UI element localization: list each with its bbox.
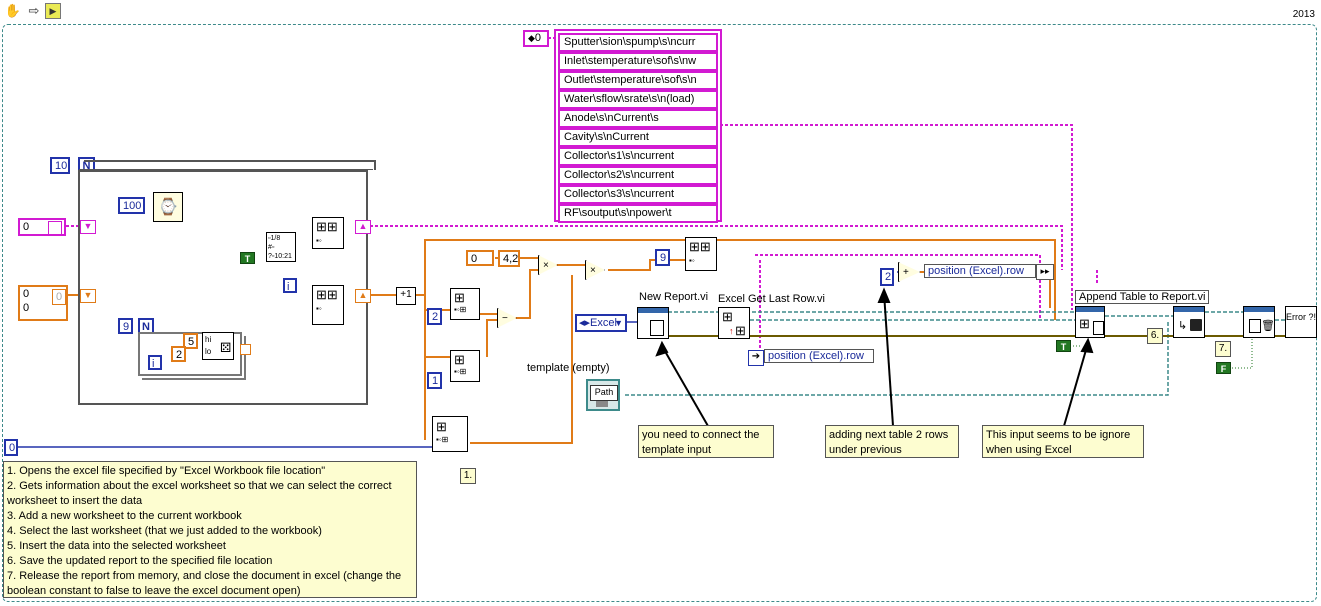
build-array-2-icon[interactable]: ⊞⊞ ▪◦: [312, 285, 344, 325]
orange-const-a[interactable]: 0: [466, 250, 494, 266]
blue-const-9[interactable]: 9: [655, 249, 670, 266]
bundle-icon: ▸▸: [1036, 264, 1054, 280]
format-timestamp-icon[interactable]: ▫1/8 #▫ ?▫10:21: [266, 232, 296, 262]
document-icon: [1093, 321, 1104, 335]
instruction-line: 3. Add a new worksheet to the current wo…: [7, 510, 242, 522]
random-lo-constant[interactable]: 2: [171, 346, 186, 362]
header-array-constant: Sputter\sion\spump\s\ncurr Inlet\stemper…: [554, 29, 722, 223]
header-label-item[interactable]: Inlet\stemperature\sof\s\nw: [558, 52, 718, 71]
orange-array-constant[interactable]: 0 0 0: [18, 285, 68, 321]
instruction-line: 2. Gets information about the excel work…: [7, 480, 392, 507]
note-input-ignored: This input seems to be ignore when using…: [982, 425, 1144, 458]
blue-const-2[interactable]: 2: [427, 308, 442, 325]
document-icon: [650, 320, 664, 336]
array-size-icon-2[interactable]: ⊞ ▪◦⊞: [450, 350, 480, 382]
increment-icon[interactable]: +1: [396, 287, 416, 305]
save-report-vi[interactable]: ↳: [1173, 306, 1205, 338]
append-table-label: Append Table to Report.vi: [1075, 290, 1210, 304]
shift-register-left-orange: ▼: [80, 289, 96, 303]
instruction-line: 7. Release the report from memory, and c…: [7, 570, 402, 597]
instruction-line: 4. Select the last worksheet (that we ju…: [7, 525, 322, 537]
template-path-constant[interactable]: Path: [586, 379, 620, 411]
bool-false-constant[interactable]: F: [1216, 362, 1231, 374]
array-size-icon-1[interactable]: ⊞ ▪◦⊞: [450, 288, 480, 320]
excel-get-last-row-vi[interactable]: ⊞ ↑ ⊞: [718, 307, 750, 339]
instruction-line: 1. Opens the excel file specified by "Ex…: [7, 465, 326, 477]
header-label-item[interactable]: Collector\s2\s\ncurrent: [558, 166, 718, 185]
shift-register-right-pink: ▲: [355, 220, 371, 234]
loop-frame-edge: [84, 160, 376, 170]
iteration-terminal: i: [283, 278, 297, 293]
instruction-line: 6. Save the updated report to the specif…: [7, 555, 273, 567]
loop-count-constant[interactable]: 10: [50, 157, 70, 174]
document-icon: [1249, 319, 1261, 333]
dispose-report-vi[interactable]: 🗑: [1243, 306, 1275, 338]
header-label-item[interactable]: Collector\s1\s\ncurrent: [558, 147, 718, 166]
position-row-2[interactable]: position (Excel).row: [924, 264, 1036, 278]
inner-loop-tunnel: [240, 344, 251, 355]
note-template: you need to connect the template input: [638, 425, 774, 458]
inner-loop-count[interactable]: 9: [118, 318, 133, 334]
step-7-label: 7.: [1215, 341, 1231, 357]
note-adding-rows: adding next table 2 rows under previous: [825, 425, 959, 458]
inner-iteration-terminal: i: [148, 355, 162, 370]
new-report-vi[interactable]: [637, 307, 669, 339]
wait-ms-icon[interactable]: ⌚: [153, 192, 183, 222]
header-label-item[interactable]: Sputter\sion\spump\s\ncurr: [558, 33, 718, 52]
save-disk-icon: [1190, 319, 1202, 331]
unbundle-arrow-icon: ➔: [748, 350, 764, 366]
get-last-row-label: Excel Get Last Row.vi: [718, 293, 825, 305]
shift-register-left-pink: ▼: [80, 220, 96, 234]
pink-array-constant[interactable]: 0: [18, 218, 66, 236]
array-index-display[interactable]: ◆0: [523, 30, 549, 47]
instructions-comment: 1. Opens the excel file specified by "Ex…: [3, 461, 417, 598]
build-array-1-icon[interactable]: ⊞⊞ ▪◦: [312, 217, 344, 249]
array-size-icon-3[interactable]: ⊞ ▪◦⊞: [432, 416, 468, 452]
template-label: template (empty): [527, 362, 610, 374]
replace-array-icon[interactable]: ⊞⊞ ▪◦: [685, 237, 717, 271]
random-number-icon[interactable]: hi lo ⚄: [202, 332, 234, 360]
wait-ms-constant[interactable]: 100: [118, 197, 145, 214]
instruction-line: 5. Insert the data into the selected wor…: [7, 540, 226, 552]
report-type-enum[interactable]: ◂▸Excel ▼: [575, 314, 627, 332]
header-label-item[interactable]: Anode\s\nCurrent\s: [558, 109, 718, 128]
header-label-item[interactable]: Water\sflow\srate\s\n(load): [558, 90, 718, 109]
blue-const-rows[interactable]: 2: [880, 268, 894, 286]
shift-register-right-orange: ▲: [355, 289, 371, 303]
new-report-label: New Report.vi: [639, 291, 709, 303]
simple-error-handler-vi[interactable]: Error ?!: [1285, 306, 1317, 338]
header-label-item[interactable]: Outlet\stemperature\sof\s\n: [558, 71, 718, 90]
bool-true-constant[interactable]: T: [240, 252, 255, 264]
trash-icon: 🗑: [1261, 320, 1275, 332]
step-1-label: 1.: [460, 468, 476, 484]
bool-true-constant[interactable]: T: [1056, 340, 1071, 352]
blue-const-zero[interactable]: 0: [4, 439, 18, 456]
step-6-label: 6.: [1147, 328, 1163, 344]
append-table-vi[interactable]: ⊞: [1075, 306, 1105, 338]
header-label-item[interactable]: Collector\s3\s\ncurrent: [558, 185, 718, 204]
position-row-1[interactable]: position (Excel).row: [764, 349, 874, 363]
header-label-item[interactable]: Cavity\s\nCurrent: [558, 128, 718, 147]
blue-const-1[interactable]: 1: [427, 372, 442, 389]
header-label-item[interactable]: RF\soutput\s\npower\t: [558, 204, 718, 223]
orange-const-dims[interactable]: 4,2: [498, 250, 520, 267]
